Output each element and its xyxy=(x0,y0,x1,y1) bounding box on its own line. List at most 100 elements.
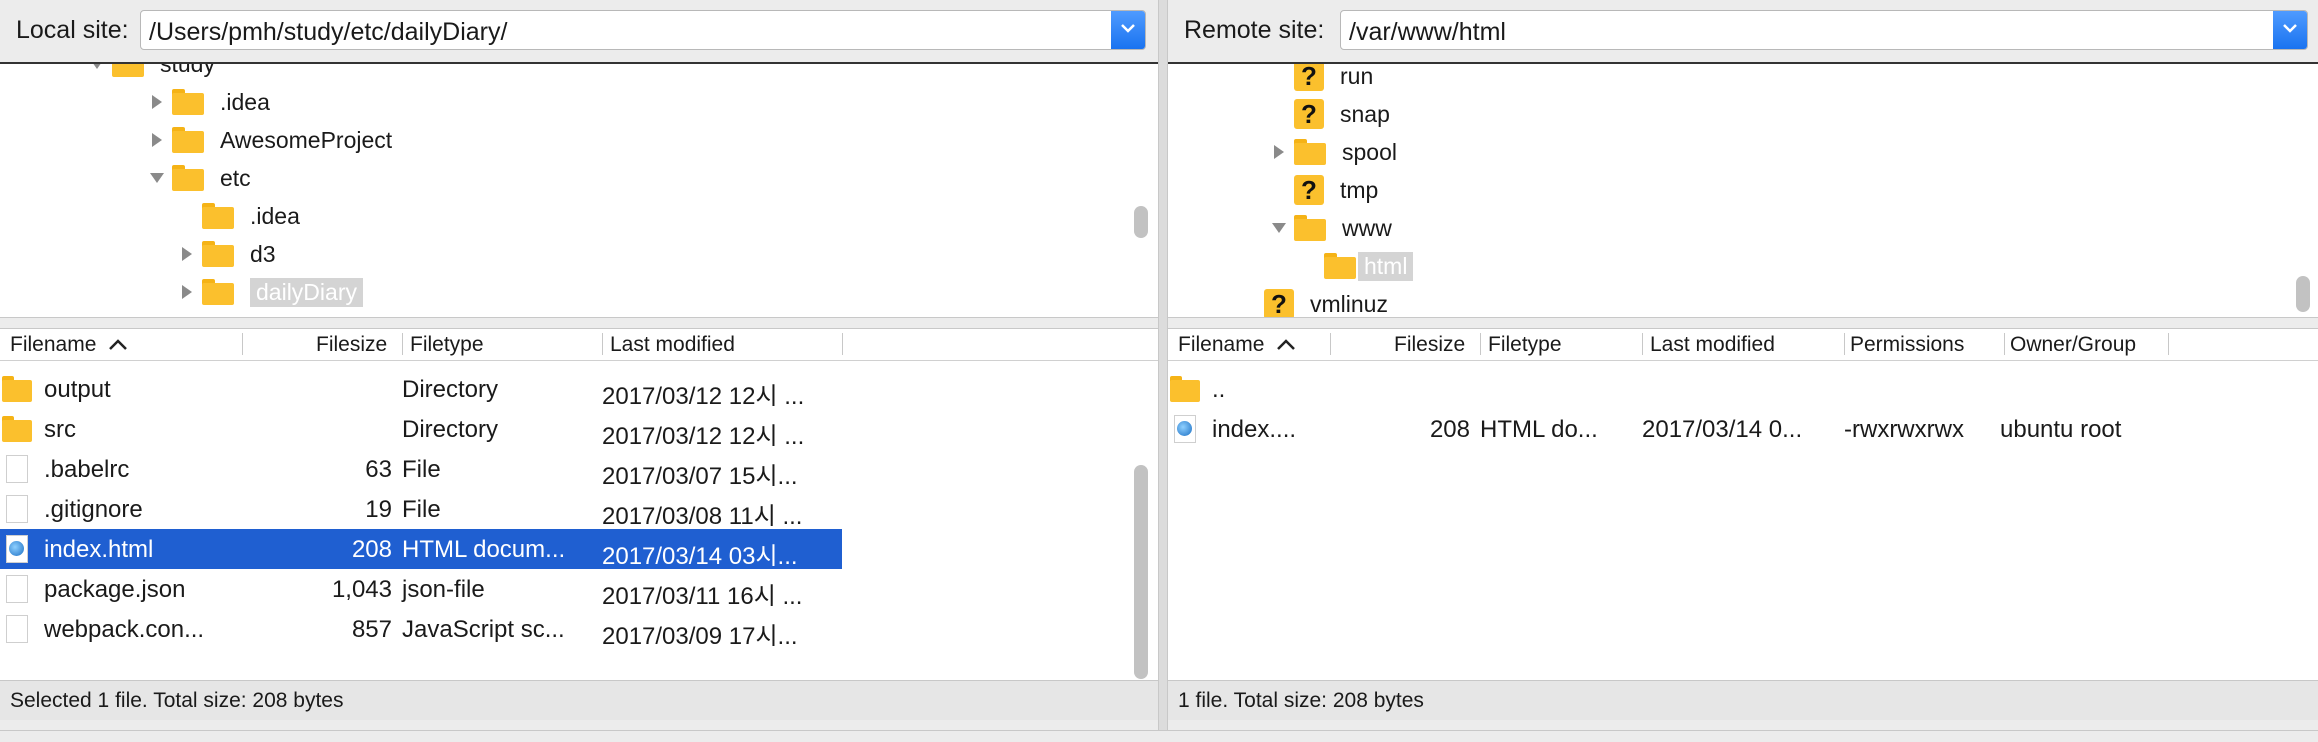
column-separator[interactable] xyxy=(842,333,843,355)
column-separator[interactable] xyxy=(402,333,403,355)
file-row[interactable]: output Directory 2017/03/12 12시 ... xyxy=(0,369,842,410)
chevron-down-icon xyxy=(2283,24,2297,33)
column-header-filename[interactable]: Filename xyxy=(1178,333,1296,357)
file-row[interactable]: package.json 1,043 json-file 2017/03/11 … xyxy=(0,569,842,610)
local-tree-scrollbar[interactable] xyxy=(1134,64,1148,317)
tree-item-etc-idea[interactable]: .idea xyxy=(202,197,300,235)
file-name: webpack.con... xyxy=(44,616,205,643)
remote-path-combobox[interactable]: /var/www/html xyxy=(1340,10,2308,50)
remote-path-dropdown-button[interactable] xyxy=(2273,11,2307,49)
tree-item-www[interactable]: www xyxy=(1264,209,1392,247)
tree-item-awesomeproject[interactable]: AwesomeProject xyxy=(142,121,392,159)
tree-item-label: d3 xyxy=(250,240,276,267)
html-file-icon xyxy=(1174,415,1196,443)
tree-item-html[interactable]: html xyxy=(1324,247,1414,285)
column-separator[interactable] xyxy=(1642,333,1643,355)
tree-item-tmp[interactable]: ? tmp xyxy=(1294,171,1378,209)
file-name: output xyxy=(44,376,111,403)
tree-item-label: run xyxy=(1340,62,1374,89)
file-type: Directory xyxy=(402,376,499,403)
local-site-pane: Local site: /Users/pmh/study/etc/dailyDi… xyxy=(0,0,1158,730)
column-header-filesize[interactable]: Filesize xyxy=(316,333,387,357)
tree-item-spool[interactable]: spool xyxy=(1264,133,1397,171)
local-list-scrollbar[interactable] xyxy=(1134,329,1148,681)
tree-item-label-selected: html xyxy=(1358,251,1414,281)
column-separator[interactable] xyxy=(1480,333,1481,355)
file-size: 63 xyxy=(365,456,392,483)
remote-status-bar: 1 file. Total size: 208 bytes xyxy=(1168,680,2318,720)
file-permissions: -rwxrwxrwx xyxy=(1844,416,1964,443)
column-header-filetype[interactable]: Filetype xyxy=(410,333,484,357)
expanded-arrow-icon[interactable] xyxy=(142,163,172,193)
column-separator[interactable] xyxy=(2004,333,2005,355)
file-name: index.html xyxy=(44,536,154,563)
tree-item-d3[interactable]: d3 xyxy=(172,235,276,273)
remote-directory-tree[interactable]: ? run ? snap spool ? tmp www html ? vmli… xyxy=(1168,62,2318,318)
tree-item-dailydiary[interactable]: dailyDiary xyxy=(172,273,363,311)
folder-icon xyxy=(202,317,234,318)
column-header-last-modified[interactable]: Last modified xyxy=(1650,333,1775,357)
file-row[interactable]: .babelrc 63 File 2017/03/07 15시... xyxy=(0,449,842,490)
tree-item-partial xyxy=(202,311,250,318)
tree-item-run[interactable]: ? run xyxy=(1294,62,1374,95)
file-icon xyxy=(6,575,28,603)
file-name: .. xyxy=(1212,376,1226,403)
local-file-list[interactable]: Filename Filesize Filetype Last modified… xyxy=(0,328,1158,680)
file-row[interactable]: src Directory 2017/03/12 12시 ... xyxy=(0,409,842,450)
column-separator[interactable] xyxy=(242,333,243,355)
column-separator[interactable] xyxy=(2168,333,2169,355)
scrollbar-thumb[interactable] xyxy=(2296,276,2310,312)
unknown-folder-icon: ? xyxy=(1294,99,1324,129)
column-header-filetype[interactable]: Filetype xyxy=(1488,333,1562,357)
tree-item-label-selected: dailyDiary xyxy=(250,277,363,307)
collapsed-arrow-icon[interactable] xyxy=(142,87,172,117)
column-separator[interactable] xyxy=(1330,333,1331,355)
file-modified: 2017/03/12 12시 ... xyxy=(602,383,805,410)
file-modified: 2017/03/09 17시... xyxy=(602,623,798,650)
tree-item-etc[interactable]: etc xyxy=(142,159,251,197)
column-header-permissions[interactable]: Permissions xyxy=(1850,333,1964,357)
file-row-parent[interactable]: .. xyxy=(1168,369,2308,409)
collapsed-arrow-icon[interactable] xyxy=(172,277,202,307)
file-row[interactable]: .gitignore 19 File 2017/03/08 11시 ... xyxy=(0,489,842,530)
sort-ascending-icon xyxy=(1277,339,1296,350)
file-row[interactable]: index.... 208 HTML do... 2017/03/14 0...… xyxy=(1168,409,2308,449)
local-path-combobox[interactable]: /Users/pmh/study/etc/dailyDiary/ xyxy=(140,10,1146,50)
file-row-selected[interactable]: index.html 208 HTML docum... 2017/03/14 … xyxy=(0,529,842,570)
collapsed-arrow-icon[interactable] xyxy=(1264,137,1294,167)
remote-file-list[interactable]: Filename Filesize Filetype Last modified… xyxy=(1168,328,2318,680)
tree-item-snap[interactable]: ? snap xyxy=(1294,95,1390,133)
column-separator[interactable] xyxy=(602,333,603,355)
remote-tree-scrollbar[interactable] xyxy=(2296,64,2310,317)
unknown-folder-icon: ? xyxy=(1294,64,1324,91)
column-separator[interactable] xyxy=(1844,333,1845,355)
local-list-header: Filename Filesize Filetype Last modified xyxy=(0,329,1158,361)
expanded-arrow-icon[interactable] xyxy=(82,64,112,79)
tree-item-label: etc xyxy=(220,164,251,191)
file-type: JavaScript sc... xyxy=(402,616,565,643)
folder-icon xyxy=(172,127,204,153)
expanded-arrow-icon[interactable] xyxy=(1264,213,1294,243)
file-name: package.json xyxy=(44,576,186,603)
local-path-dropdown-button[interactable] xyxy=(1111,11,1145,49)
column-header-last-modified[interactable]: Last modified xyxy=(610,333,735,357)
tree-item-idea[interactable]: .idea xyxy=(142,83,270,121)
local-directory-tree[interactable]: study .idea AwesomeProject etc .idea d3 xyxy=(0,62,1158,318)
tree-item-vmlinuz[interactable]: ? vmlinuz xyxy=(1264,285,1388,317)
collapsed-arrow-icon[interactable] xyxy=(172,239,202,269)
column-header-filesize[interactable]: Filesize xyxy=(1394,333,1465,357)
file-row[interactable]: webpack.con... 857 JavaScript sc... 2017… xyxy=(0,609,842,650)
scrollbar-thumb[interactable] xyxy=(1134,465,1148,679)
scrollbar-thumb[interactable] xyxy=(1134,206,1148,238)
column-header-owner-group[interactable]: Owner/Group xyxy=(2010,333,2136,357)
folder-icon xyxy=(2,416,32,442)
collapsed-arrow-icon[interactable] xyxy=(142,125,172,155)
remote-site-label: Remote site: xyxy=(1184,16,1325,44)
folder-icon xyxy=(1294,139,1326,165)
pane-splitter[interactable] xyxy=(1158,0,1168,742)
file-modified: 2017/03/11 16시 ... xyxy=(602,583,803,610)
file-type: json-file xyxy=(402,576,485,603)
tree-item-study[interactable]: study xyxy=(93,64,215,83)
file-size: 857 xyxy=(351,616,392,643)
column-header-filename[interactable]: Filename xyxy=(10,333,128,357)
